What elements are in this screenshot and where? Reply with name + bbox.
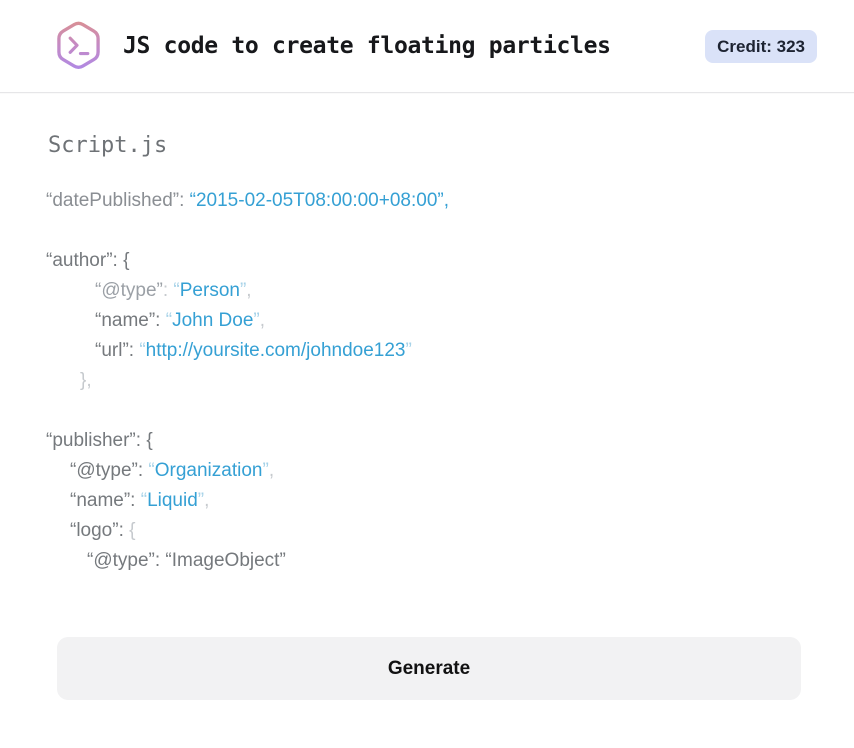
- code-segment: ,: [246, 280, 252, 301]
- code-segment: ”: [405, 340, 412, 361]
- footer: Generate: [0, 637, 854, 700]
- main-content: Script.js “datePublished”: “2015-02-05T0…: [0, 93, 854, 576]
- code-segment: John Doe: [172, 310, 254, 331]
- code-segment: ,: [204, 490, 210, 511]
- code-segment: “@type”:: [70, 460, 149, 481]
- code-segment: ,: [268, 460, 275, 481]
- code-line: “@type”: “ImageObject”: [46, 546, 801, 576]
- terminal-prompt-hexagon-icon[interactable]: [55, 19, 102, 73]
- code-line: },: [46, 366, 801, 396]
- code-segment: “publisher”: {: [46, 430, 153, 451]
- code-line: “name”: “Liquid”,: [46, 486, 801, 516]
- code-segment: “name”:: [95, 310, 166, 331]
- code-line: “author”: {: [46, 246, 801, 276]
- code-segment: Liquid: [147, 490, 198, 511]
- header: JS code to create floating particles Cre…: [0, 0, 854, 93]
- code-line: “@type”: “Organization”,: [46, 456, 801, 486]
- code-segment: “2015-02-05T08:00:00+08:00”,: [189, 190, 449, 211]
- code-line: “logo”: {: [46, 516, 801, 546]
- page-title: JS code to create floating particles: [123, 33, 611, 59]
- app: { "header": { "title": "JS code to creat…: [0, 0, 854, 748]
- code-segment: “name”:: [70, 490, 141, 511]
- code-segment: “logo”:: [70, 520, 130, 541]
- code-segment: ,: [259, 310, 266, 331]
- generate-button[interactable]: Generate: [57, 637, 801, 700]
- code-segment: :: [162, 280, 174, 301]
- code-block: “datePublished”: “2015-02-05T08:00:00+08…: [46, 186, 801, 576]
- code-line: “datePublished”: “2015-02-05T08:00:00+08…: [46, 186, 801, 216]
- code-segment: “datePublished”:: [46, 190, 190, 211]
- code-segment: Person: [179, 280, 240, 301]
- code-segment: “url”:: [95, 340, 140, 361]
- code-segment: http://yoursite.com/johndoe123: [145, 340, 406, 361]
- code-segment: },: [80, 370, 92, 391]
- code-segment: “@type”: “ImageObject”: [87, 550, 286, 571]
- code-line: “@type”: “Person”,: [46, 276, 801, 306]
- code-line: “publisher”: {: [46, 426, 801, 456]
- credit-badge: Credit: 323: [705, 29, 817, 63]
- code-segment: “author”: {: [46, 250, 130, 271]
- code-line: “url”: “http://yoursite.com/johndoe123”: [46, 336, 801, 366]
- code-segment: “@type”: [95, 280, 163, 301]
- code-line: “name”: “John Doe”,: [46, 306, 801, 336]
- code-segment: Organization: [154, 460, 263, 481]
- code-segment: {: [129, 520, 136, 541]
- script-filename: Script.js: [48, 133, 168, 158]
